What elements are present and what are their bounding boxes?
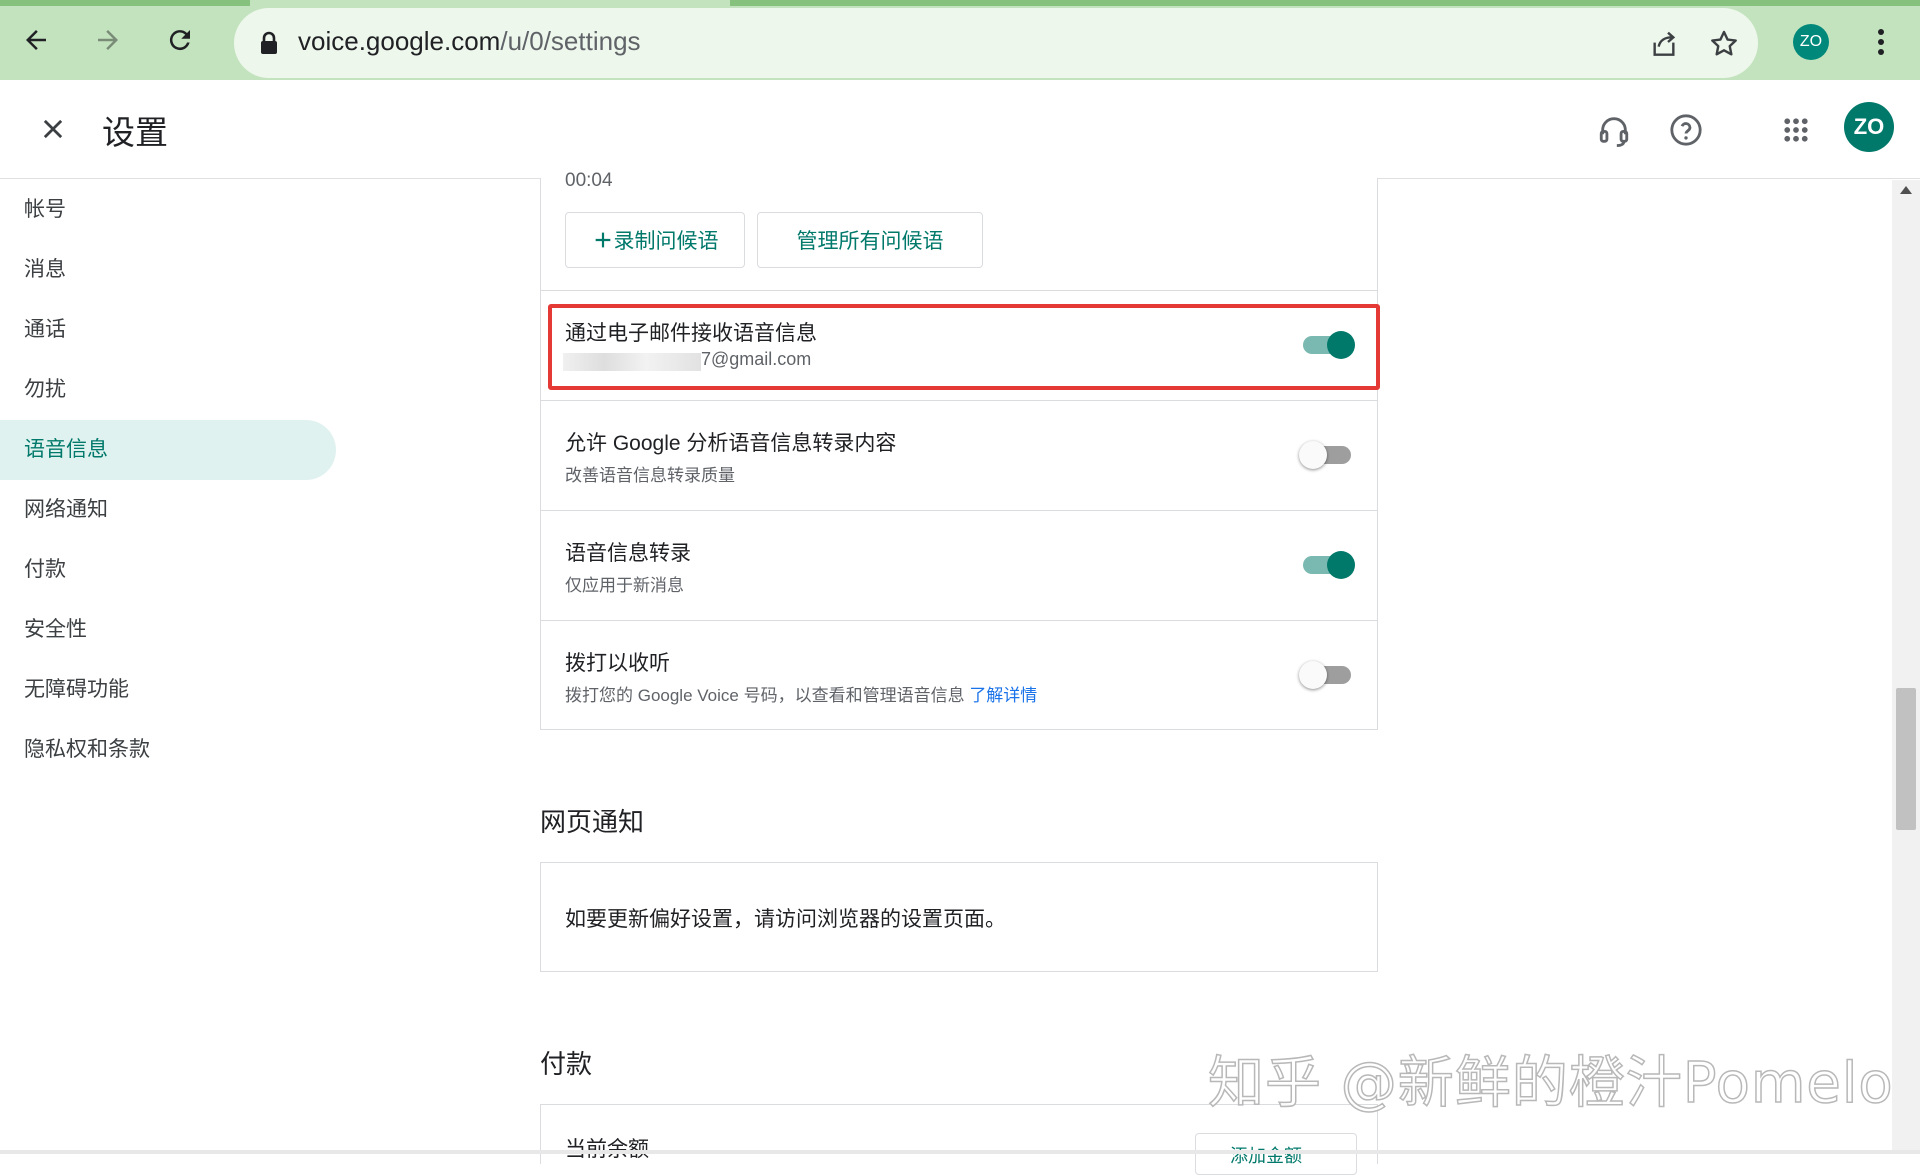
sidebar-item-privacy-terms[interactable]: 隐私权和条款 bbox=[0, 720, 360, 780]
voicemail-settings-card: 00:04 录制问候语 管理所有问候语 通过电子邮件接收语音信息 7@gmail… bbox=[540, 170, 1378, 731]
add-credit-label: 添加金额 bbox=[1230, 1146, 1302, 1166]
watermark: 知乎 @新鲜的橙汁Pomelo bbox=[1207, 1050, 1894, 1117]
setting-row-email-voicemail: 通过电子邮件接收语音信息 7@gmail.com bbox=[541, 290, 1377, 401]
setting-title: 允许 Google 分析语音信息转录内容 bbox=[565, 432, 897, 455]
record-greeting-button[interactable]: 录制问候语 bbox=[565, 212, 745, 268]
page-title: 设置 bbox=[102, 114, 168, 151]
setting-title: 语音信息转录 bbox=[565, 542, 691, 565]
transcription-toggle[interactable] bbox=[1299, 549, 1355, 581]
close-icon[interactable] bbox=[32, 108, 74, 150]
settings-sidebar: 帐号 消息 通话 勿扰 语音信息 网络通知 付款 安全性 无障碍功能 隐私权和条… bbox=[0, 180, 360, 780]
sidebar-item-web-notifications[interactable]: 网络通知 bbox=[0, 480, 360, 540]
sidebar-item-accessibility[interactable]: 无障碍功能 bbox=[0, 660, 360, 720]
email-voicemail-toggle[interactable] bbox=[1299, 329, 1355, 361]
browser-toolbar: voice.google.com/u/0/settings ZO bbox=[0, 0, 1920, 81]
transcript-analysis-toggle[interactable] bbox=[1299, 439, 1355, 471]
page-scrollbar[interactable] bbox=[1892, 180, 1920, 1154]
back-arrow-icon[interactable] bbox=[14, 18, 58, 62]
email-address: 7@gmail.com bbox=[701, 349, 812, 369]
web-notifications-card: 如要更新偏好设置，请访问浏览器的设置页面。 bbox=[540, 862, 1378, 972]
account-avatar[interactable]: ZO bbox=[1844, 102, 1894, 152]
add-credit-button[interactable]: 添加金额 bbox=[1195, 1133, 1357, 1175]
setting-row-transcript-analysis: 允许 Google 分析语音信息转录内容 改善语音信息转录质量 bbox=[541, 400, 1377, 511]
setting-subtitle: 仅应用于新消息 bbox=[565, 576, 684, 595]
reload-icon[interactable] bbox=[158, 18, 202, 62]
setting-row-transcription: 语音信息转录 仅应用于新消息 bbox=[541, 510, 1377, 621]
sidebar-item-messages[interactable]: 消息 bbox=[0, 240, 360, 300]
url-domain: voice.google.com bbox=[298, 26, 501, 56]
lock-icon[interactable] bbox=[258, 31, 280, 55]
tab-strip-edge bbox=[0, 0, 1920, 6]
forward-arrow-icon[interactable] bbox=[86, 18, 130, 62]
section-heading-payments: 付款 bbox=[540, 1049, 593, 1079]
setting-title: 通过电子邮件接收语音信息 bbox=[565, 322, 817, 345]
star-icon[interactable] bbox=[1708, 28, 1740, 60]
setting-title: 拨打以收听 bbox=[565, 652, 670, 675]
manage-greetings-label: 管理所有问候语 bbox=[796, 230, 944, 253]
learn-more-link[interactable]: 了解详情 bbox=[969, 686, 1037, 705]
sidebar-item-calls[interactable]: 通话 bbox=[0, 300, 360, 360]
greeting-duration: 00:04 bbox=[565, 170, 613, 191]
window-bottom-edge bbox=[0, 1150, 1920, 1154]
current-balance-label: 当前余额 bbox=[565, 1133, 649, 1163]
setting-subtitle: 改善语音信息转录质量 bbox=[565, 466, 735, 485]
profile-avatar[interactable]: ZO bbox=[1793, 24, 1829, 60]
url-path: /u/0/settings bbox=[500, 26, 641, 56]
scroll-up-arrow-icon[interactable] bbox=[1900, 186, 1912, 194]
sidebar-item-security[interactable]: 安全性 bbox=[0, 600, 360, 660]
redacted-email-prefix bbox=[563, 353, 701, 371]
dial-to-listen-description: 拨打您的 Google Voice 号码，以查看和管理语音信息 bbox=[565, 686, 965, 705]
setting-subtitle: 拨打您的 Google Voice 号码，以查看和管理语音信息 了解详情 bbox=[565, 681, 1037, 706]
apps-grid-icon[interactable] bbox=[1776, 110, 1816, 150]
web-notifications-text: 如要更新偏好设置，请访问浏览器的设置页面。 bbox=[565, 908, 1006, 931]
sidebar-item-payments[interactable]: 付款 bbox=[0, 540, 360, 600]
record-greeting-label: 录制问候语 bbox=[613, 230, 719, 253]
section-heading-web-notifications: 网页通知 bbox=[540, 807, 645, 837]
setting-row-dial-to-listen: 拨打以收听 拨打您的 Google Voice 号码，以查看和管理语音信息 了解… bbox=[541, 620, 1377, 731]
sidebar-item-account[interactable]: 帐号 bbox=[0, 180, 360, 240]
share-icon[interactable] bbox=[1648, 28, 1680, 60]
manage-greetings-button[interactable]: 管理所有问候语 bbox=[757, 212, 983, 268]
headset-icon[interactable] bbox=[1594, 110, 1634, 150]
scroll-thumb[interactable] bbox=[1896, 688, 1916, 830]
sidebar-item-do-not-disturb[interactable]: 勿扰 bbox=[0, 360, 360, 420]
sidebar-item-voicemail[interactable]: 语音信息 bbox=[0, 420, 336, 480]
dial-to-listen-toggle[interactable] bbox=[1299, 659, 1355, 691]
address-bar[interactable]: voice.google.com/u/0/settings bbox=[234, 8, 1758, 78]
more-vert-icon[interactable] bbox=[1868, 24, 1894, 60]
plus-icon bbox=[595, 232, 610, 248]
app-header: 设置 ZO bbox=[0, 80, 1920, 179]
help-icon[interactable] bbox=[1666, 110, 1706, 150]
url-text[interactable]: voice.google.com/u/0/settings bbox=[298, 26, 641, 57]
